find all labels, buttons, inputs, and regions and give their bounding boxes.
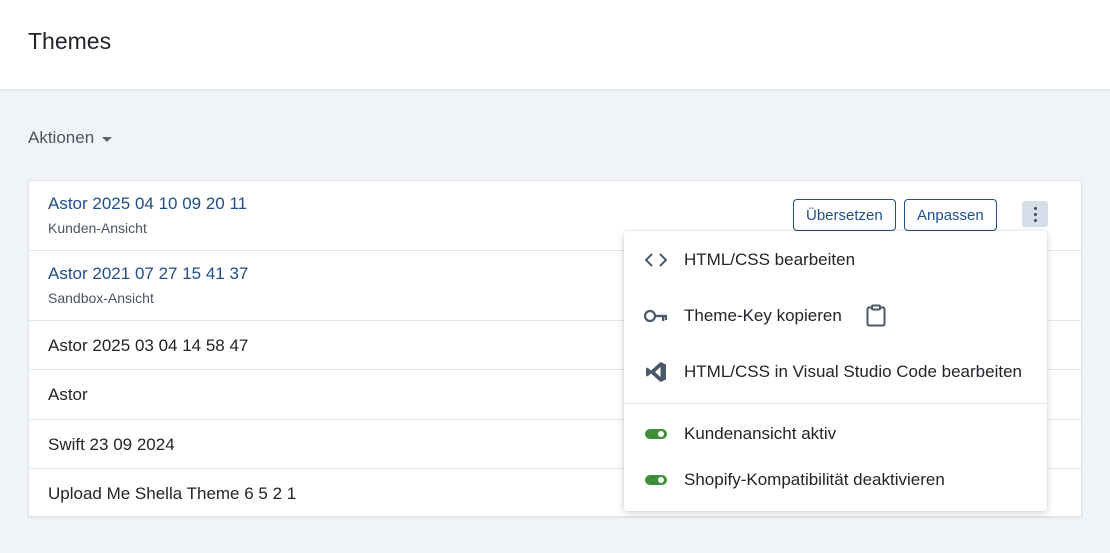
customize-button[interactable]: Anpassen: [904, 199, 997, 231]
theme-status: Kunden-Ansicht: [48, 220, 147, 236]
actions-label: Aktionen: [28, 128, 95, 147]
theme-name-link[interactable]: Astor 2025 04 10 09 20 11: [48, 194, 247, 214]
toggle-on-icon[interactable]: [644, 468, 668, 492]
code-icon: [644, 248, 668, 272]
menu-item-customer-view-active[interactable]: Kundenansicht aktiv: [624, 414, 1047, 454]
page-header: Themes: [0, 0, 1110, 89]
more-options-icon[interactable]: [1022, 201, 1048, 227]
menu-divider: [624, 403, 1047, 404]
menu-item-edit-in-vscode[interactable]: HTML/CSS in Visual Studio Code bearbeite…: [624, 352, 1047, 392]
page-title: Themes: [28, 28, 112, 54]
menu-item-copy-theme-key[interactable]: Theme-Key kopieren: [624, 296, 1047, 336]
theme-name: Swift 23 09 2024: [48, 435, 175, 454]
theme-name-link[interactable]: Astor 2021 07 27 15 41 37: [48, 264, 248, 284]
menu-item-label: HTML/CSS bearbeiten: [684, 250, 856, 269]
clipboard-icon[interactable]: [864, 304, 888, 328]
theme-name: Astor 2025 03 04 14 58 47: [48, 336, 249, 355]
menu-item-label: Theme-Key kopieren: [684, 306, 842, 325]
caret-down-icon: [102, 136, 113, 142]
vscode-icon: [644, 360, 668, 384]
theme-name: Astor: [48, 385, 88, 404]
key-icon: [644, 304, 668, 328]
menu-item-label: Shopify-Kompatibilität deaktivieren: [684, 470, 945, 489]
menu-item-label: Kundenansicht aktiv: [684, 424, 837, 443]
theme-name: Upload Me Shella Theme 6 5 2 1: [48, 484, 297, 503]
theme-options-menu: HTML/CSS bearbeiten Theme-Key kopieren H…: [624, 231, 1047, 511]
theme-status: Sandbox-Ansicht: [48, 290, 154, 306]
translate-button[interactable]: Übersetzen: [793, 199, 896, 231]
menu-item-label: HTML/CSS in Visual Studio Code bearbeite…: [684, 362, 1022, 381]
menu-item-shopify-compat[interactable]: Shopify-Kompatibilität deaktivieren: [624, 460, 1047, 500]
menu-item-edit-html-css[interactable]: HTML/CSS bearbeiten: [624, 240, 1047, 280]
toggle-on-icon[interactable]: [644, 422, 668, 446]
actions-dropdown[interactable]: Aktionen: [28, 128, 113, 148]
